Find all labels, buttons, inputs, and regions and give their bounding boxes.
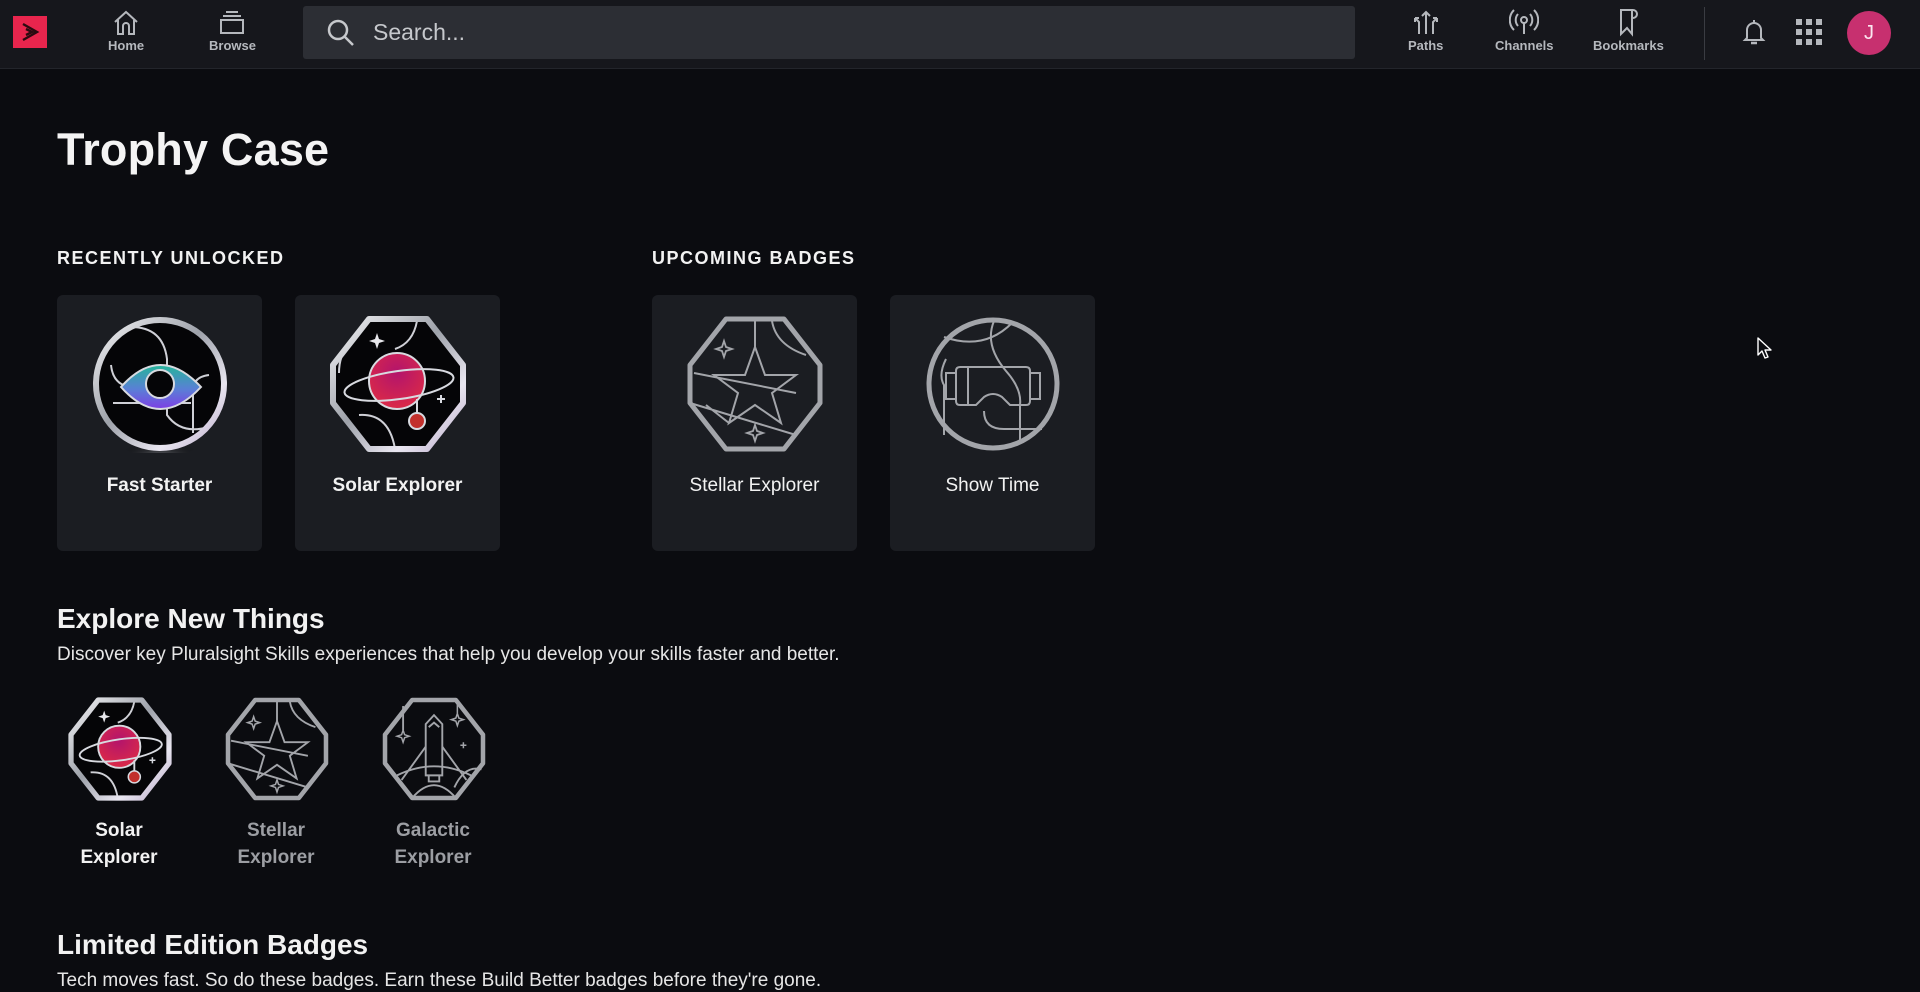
explore-badge-name-line1: Galactic <box>396 820 470 841</box>
explore-badge-name-line2: Explorer <box>237 847 315 868</box>
paths-icon <box>1413 10 1438 34</box>
explore-badge-name-line1: Stellar <box>246 820 306 841</box>
stellar-explorer-badge-icon <box>687 316 823 452</box>
badge-card-show-time[interactable]: Show Time <box>890 295 1095 551</box>
nav-bookmarks-label: Bookmarks <box>1593 38 1664 53</box>
nav-paths-label: Paths <box>1408 38 1444 53</box>
badge-card-fast-starter[interactable]: Fast Starter <box>57 295 262 551</box>
browse-icon <box>220 11 245 34</box>
nav-channels-label: Channels <box>1495 38 1554 53</box>
mouse-cursor-icon <box>1757 337 1772 359</box>
bell-icon <box>1742 20 1766 45</box>
nav-channels[interactable]: Channels <box>1495 6 1554 53</box>
badge-card-solar-explorer[interactable]: Solar Explorer <box>295 295 500 551</box>
badge-name: Fast Starter <box>106 475 213 496</box>
top-nav-bar: Home Browse Paths Channels Bookmarks J <box>0 0 1920 69</box>
badge-name: Stellar Explorer <box>689 475 820 496</box>
search-icon <box>327 19 354 46</box>
limited-edition-description: Tech moves fast. So do these badges. Ear… <box>57 970 822 991</box>
nav-paths[interactable]: Paths <box>1408 6 1443 53</box>
user-avatar[interactable]: J <box>1847 11 1891 55</box>
pluralsight-logo[interactable] <box>13 16 47 48</box>
explore-description: Discover key Pluralsight Skills experien… <box>57 644 840 665</box>
nav-home[interactable]: Home <box>108 6 144 53</box>
page-title: Trophy Case <box>57 124 330 175</box>
search-input[interactable] <box>373 19 1333 46</box>
badge-name: Solar Explorer <box>332 475 463 496</box>
nav-divider <box>1704 7 1705 60</box>
explore-badge-name: Stellar Explorer <box>216 817 336 871</box>
stellar-explorer-badge-icon <box>225 697 329 801</box>
channels-icon <box>1509 9 1540 34</box>
notifications-button[interactable] <box>1736 14 1772 50</box>
nav-browse[interactable]: Browse <box>209 6 256 53</box>
nav-bookmarks[interactable]: Bookmarks <box>1593 6 1664 53</box>
limited-edition-heading: Limited Edition Badges <box>57 929 369 960</box>
show-time-badge-icon <box>926 317 1060 451</box>
explore-badge-name: Galactic Explorer <box>373 817 493 871</box>
solar-explorer-badge-icon <box>68 697 172 801</box>
explore-badge-name: Solar Explorer <box>59 817 179 871</box>
apps-button[interactable] <box>1791 14 1827 50</box>
play-logo-icon <box>22 22 40 42</box>
badge-name: Show Time <box>945 475 1040 496</box>
solar-explorer-badge-icon <box>330 316 466 453</box>
nav-home-label: Home <box>108 38 145 53</box>
galactic-explorer-badge-icon <box>382 697 486 801</box>
recently-unlocked-heading: RECENTLY UNLOCKED <box>57 248 285 268</box>
grid-icon <box>1796 19 1822 45</box>
upcoming-badges-heading: UPCOMING BADGES <box>652 248 856 268</box>
fast-starter-badge-icon <box>93 317 227 453</box>
badge-card-stellar-explorer[interactable]: Stellar Explorer <box>652 295 857 551</box>
search-bar[interactable] <box>303 6 1355 59</box>
explore-badge-name-line1: Solar <box>95 820 143 841</box>
explore-badge-name-line2: Explorer <box>80 847 158 868</box>
home-icon <box>114 10 138 35</box>
bookmarks-icon <box>1620 9 1639 37</box>
explore-heading: Explore New Things <box>57 603 325 634</box>
nav-browse-label: Browse <box>209 38 256 53</box>
explore-badge-name-line2: Explorer <box>394 847 472 868</box>
